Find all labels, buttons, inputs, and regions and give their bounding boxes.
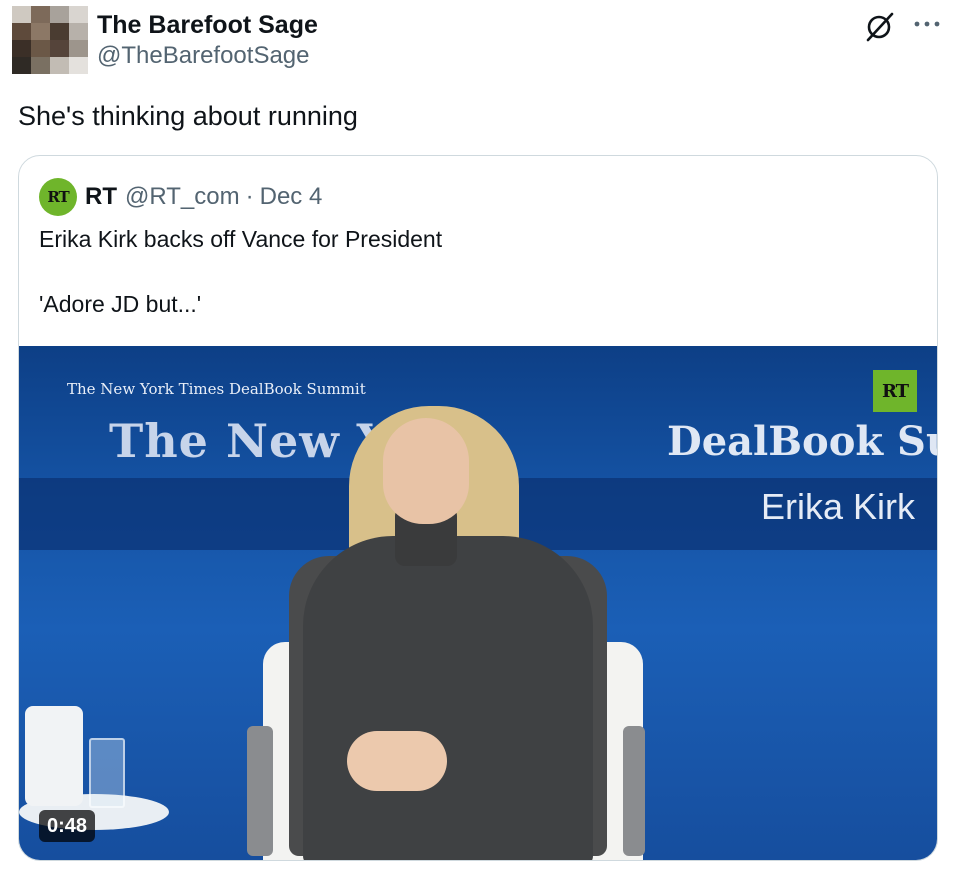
quoted-author-name[interactable]: RT (85, 183, 117, 211)
video-overlay-summit-title: The New York Times DealBook Summit (67, 380, 366, 398)
avatar-pixel (50, 23, 69, 40)
author-block: The Barefoot Sage @TheBarefootSage (97, 9, 318, 71)
quoted-post-date[interactable]: Dec 4 (260, 183, 323, 211)
avatar-pixel (50, 6, 69, 23)
avatar-pixel (31, 40, 50, 57)
video-duration-badge: 0:48 (39, 810, 96, 842)
video-overlay-dealbook: DealBook Sum (667, 418, 937, 465)
avatar[interactable] (12, 6, 88, 74)
avatar-pixel (69, 6, 88, 23)
speaker-face (383, 418, 469, 524)
avatar-pixel (50, 40, 69, 57)
chair-arm-right (623, 726, 645, 856)
quoted-author-handle[interactable]: @RT_com (125, 183, 240, 211)
avatar-pixel (31, 57, 50, 74)
speaker-body (303, 536, 593, 860)
avatar-pixel (12, 6, 31, 23)
avatar-pixel (31, 23, 50, 40)
avatar-pixel (31, 6, 50, 23)
quoted-post-text-line1: Erika Kirk backs off Vance for President (39, 226, 443, 252)
grok-icon[interactable] (862, 10, 896, 44)
chair-arm-left (247, 726, 273, 856)
more-icon[interactable] (912, 12, 942, 36)
quoted-post-text-line2: 'Adore JD but...' (39, 291, 202, 317)
post-text: She's thinking about running (18, 101, 358, 131)
author-handle[interactable]: @TheBarefootSage (97, 41, 318, 71)
avatar-pixel (12, 57, 31, 74)
speaker-hands (347, 731, 447, 791)
video-player[interactable]: The New York Times DealBook Summit The N… (19, 346, 937, 860)
author-name[interactable]: The Barefoot Sage (97, 9, 318, 41)
avatar-pixel (69, 57, 88, 74)
rt-logo-icon[interactable]: RT (39, 178, 77, 216)
avatar-pixel (69, 23, 88, 40)
quoted-post-card[interactable]: RT RT @RT_com · Dec 4 Erika Kirk backs o… (18, 155, 938, 861)
tissue-box (25, 706, 83, 806)
quoted-post-header: RT RT @RT_com · Dec 4 (39, 178, 323, 216)
avatar-pixel (50, 57, 69, 74)
avatar-pixel (12, 23, 31, 40)
rt-badge-icon: RT (873, 370, 917, 412)
video-name-caption: Erika Kirk (761, 486, 916, 527)
separator-dot: · (245, 183, 254, 210)
avatar-pixel (69, 40, 88, 57)
water-glass (89, 738, 125, 808)
avatar-pixel (12, 40, 31, 57)
